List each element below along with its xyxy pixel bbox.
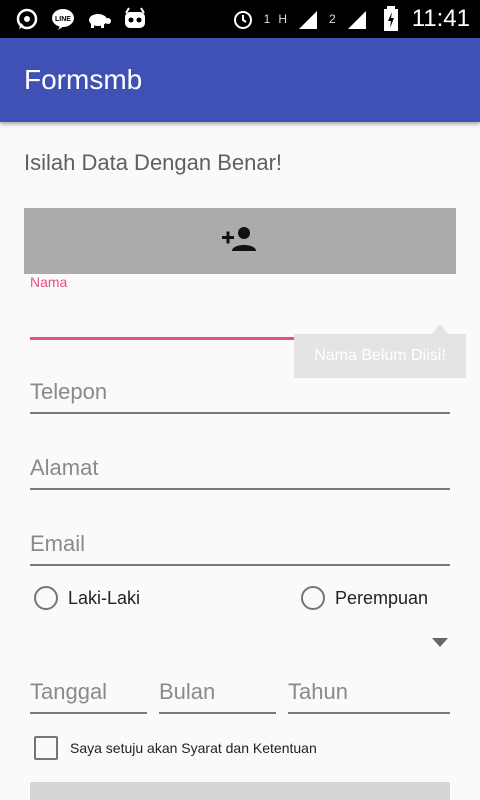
- day-input[interactable]: Tanggal: [30, 670, 147, 714]
- radio-male-label: Laki-Laki: [68, 587, 141, 608]
- signal-icon: [295, 6, 321, 32]
- phone-underline: [30, 412, 450, 414]
- day-placeholder: Tanggal: [30, 679, 108, 704]
- address-underline: [30, 488, 450, 490]
- add-photo-button[interactable]: [24, 208, 456, 274]
- signal-icon: [344, 6, 370, 32]
- year-placeholder: Tahun: [288, 679, 348, 704]
- month-underline: [159, 712, 276, 714]
- radio-female[interactable]: Perempuan: [301, 586, 428, 610]
- cyanogen-icon: [122, 6, 148, 32]
- add-person-icon: [222, 225, 258, 258]
- sim1-label: 1: [263, 12, 271, 26]
- day-underline: [30, 712, 147, 714]
- form-heading: Isilah Data Dengan Benar!: [24, 150, 283, 175]
- app-title: Formsmb: [24, 64, 143, 95]
- phone-placeholder: Telepon: [30, 379, 108, 404]
- email-placeholder: Email: [30, 531, 86, 556]
- dropdown-arrow-icon[interactable]: [432, 638, 448, 647]
- turtle-icon: [86, 6, 112, 32]
- name-input[interactable]: [30, 290, 450, 340]
- alarm-icon: [230, 6, 256, 32]
- radio-circle[interactable]: [34, 586, 58, 610]
- email-input[interactable]: Email: [30, 522, 450, 566]
- app-bar: Formsmb: [0, 38, 480, 122]
- clock: 11:41: [411, 5, 470, 32]
- whatsapp-icon: [14, 6, 40, 32]
- sim2-label: 2: [329, 12, 336, 26]
- radio-male[interactable]: Laki-Laki: [34, 586, 140, 610]
- phone-input[interactable]: Telepon: [30, 370, 450, 414]
- name-label: Nama: [30, 274, 68, 290]
- radio-female-label: Perempuan: [335, 587, 429, 608]
- year-underline: [288, 712, 450, 714]
- sim1-network-type: H: [278, 12, 288, 26]
- month-placeholder: Bulan: [159, 679, 216, 704]
- line-icon: LINE: [50, 6, 76, 32]
- submit-button[interactable]: [30, 782, 450, 800]
- agree-label: Saya setuju akan Syarat dan Ketentuan: [70, 740, 317, 756]
- svg-text:LINE: LINE: [55, 16, 71, 23]
- email-underline: [30, 564, 450, 566]
- battery-icon: [378, 6, 404, 32]
- year-input[interactable]: Tahun: [288, 670, 450, 714]
- agree-checkbox-row[interactable]: Saya setuju akan Syarat dan Ketentuan: [34, 736, 317, 760]
- month-input[interactable]: Bulan: [159, 670, 276, 714]
- error-tooltip-arrow: [432, 324, 448, 334]
- address-placeholder: Alamat: [30, 455, 99, 480]
- radio-circle[interactable]: [301, 586, 325, 610]
- agree-checkbox[interactable]: [34, 736, 58, 760]
- status-bar: LINE 1 H 2 11:41: [0, 0, 480, 38]
- address-input[interactable]: Alamat: [30, 446, 450, 490]
